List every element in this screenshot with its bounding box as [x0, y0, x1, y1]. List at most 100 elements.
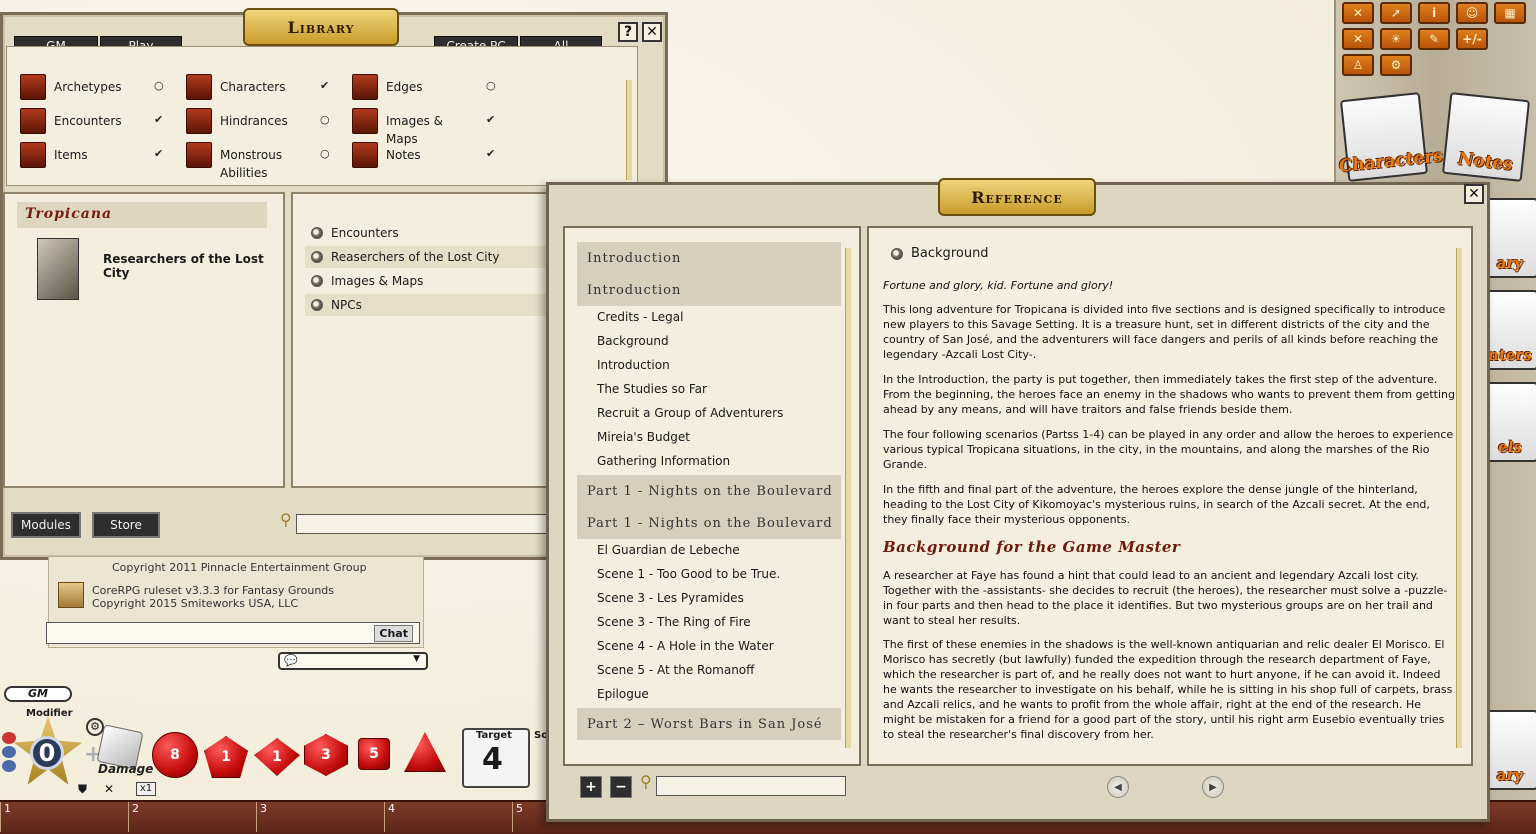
toc-item[interactable]: Scene 5 - At the Romanoff [597, 663, 754, 677]
store-button[interactable]: Store [92, 512, 160, 538]
tool-lighting-icon[interactable]: ☀ [1380, 28, 1412, 50]
category-notes[interactable]: Notes ✔ [352, 142, 495, 168]
toc-item[interactable]: Scene 4 - A Hole in the Water [597, 639, 774, 653]
target-value[interactable]: 4 [482, 742, 503, 777]
toc-item[interactable]: The Studies so Far [597, 382, 707, 396]
filter-toggle-icon[interactable]: ✔ [486, 113, 495, 126]
tool-info-icon[interactable]: i [1418, 2, 1450, 24]
section-item-researchers[interactable]: Reaserchers of the Lost City [305, 246, 555, 268]
toc-item[interactable]: Credits - Legal [597, 310, 683, 324]
library-search-input[interactable] [296, 514, 548, 534]
content-paragraph: A researcher at Faye has found a hint th… [883, 569, 1448, 627]
filter-toggle-icon[interactable]: ○ [320, 147, 330, 160]
notes-card[interactable]: Notes [1441, 92, 1531, 182]
wound-icon[interactable] [2, 732, 16, 744]
toc-scrollbar[interactable] [845, 248, 851, 748]
chat-button[interactable]: Chat [374, 625, 413, 642]
characters-icon [186, 74, 212, 100]
tool-party-icon[interactable]: ☺ [1456, 2, 1488, 24]
characters-card[interactable]: Characters [1339, 92, 1443, 182]
toc-item[interactable]: El Guardian de Lebeche [597, 543, 740, 557]
filter-toggle-icon[interactable]: ○ [320, 113, 330, 126]
collapse-all-button[interactable]: − [610, 776, 632, 798]
hotbar-slot[interactable]: 3 [256, 802, 382, 832]
category-scrollbar[interactable] [626, 80, 632, 180]
filter-toggle-icon[interactable]: ✔ [154, 147, 163, 160]
next-page-icon[interactable]: ▶ [1202, 776, 1224, 798]
toc-item[interactable]: Scene 1 - Too Good to be True. [597, 567, 780, 581]
toc-item[interactable]: Mireia's Budget [597, 430, 690, 444]
module-thumbnail[interactable] [37, 238, 79, 300]
toc-item[interactable]: Scene 3 - Les Pyramides [597, 591, 744, 605]
toc-item[interactable]: Background [597, 334, 669, 348]
toc-item[interactable]: Epilogue [597, 687, 649, 701]
d20-die[interactable]: 8 [152, 732, 198, 778]
filter-toggle-icon[interactable]: ✔ [320, 79, 329, 92]
chat-mode-select[interactable]: 💬 ▼ [278, 652, 428, 670]
hotbar-slot[interactable]: 1 [0, 802, 126, 832]
modifier-value[interactable]: 0 [30, 736, 64, 770]
content-panel: Background Fortune and glory, kid. Fortu… [867, 226, 1473, 766]
filter-toggle-icon[interactable]: ○ [154, 79, 164, 92]
tool-modifier-icon[interactable]: +/- [1456, 28, 1488, 50]
toc-chapter[interactable]: Introduction [577, 242, 841, 274]
section-label: Reaserchers of the Lost City [331, 250, 500, 264]
d6-die[interactable]: 5 [358, 738, 390, 770]
speech-bubble-icon: 💬 [284, 654, 298, 667]
fatigue-icon[interactable] [2, 746, 16, 758]
tool-token-icon[interactable]: ♙ [1342, 54, 1374, 76]
content-paragraph: The first of these enemies in the shadow… [883, 638, 1453, 741]
toc-item[interactable]: Scene 3 - The Ring of Fire [597, 615, 751, 629]
tool-calendar-icon[interactable]: ▦ [1494, 2, 1526, 24]
link-icon[interactable] [891, 247, 903, 260]
reference-close-icon[interactable]: ✕ [1464, 184, 1484, 204]
category-label: Notes [386, 148, 421, 162]
chat-input[interactable]: Chat [46, 622, 420, 644]
filter-toggle-icon[interactable]: ✔ [486, 147, 495, 160]
category-edges[interactable]: Edges ○ [352, 74, 496, 100]
category-label: Encounters [54, 114, 122, 128]
module-panel: Tropicana Researchers of the Lost City [3, 192, 285, 488]
reference-search-input[interactable] [656, 776, 846, 796]
hotbar-slot[interactable]: 2 [128, 802, 254, 832]
toc-item[interactable]: Introduction [597, 358, 670, 372]
category-hindrances[interactable]: Hindrances ○ [186, 108, 330, 134]
toc-chapter[interactable]: Part 1 - Nights on the Boulevard [577, 475, 841, 507]
chat-line: CoreRPG ruleset v3.3.3 for Fantasy Groun… [92, 584, 335, 597]
tool-settings-icon[interactable]: ⚙ [1380, 54, 1412, 76]
bennies-icon[interactable] [2, 760, 16, 772]
modules-button[interactable]: Modules [11, 512, 81, 538]
module-name[interactable]: Researchers of the Lost City [103, 252, 283, 280]
toc-item[interactable]: Gathering Information [597, 454, 730, 468]
shield-icon[interactable]: ⛊ [78, 782, 87, 797]
category-characters[interactable]: Characters ✔ [186, 74, 329, 100]
category-archetypes[interactable]: Archetypes ○ [20, 74, 164, 100]
category-monstrous-abilities[interactable]: Monstrous Abilities ○ [186, 142, 330, 182]
toc-section[interactable]: Introduction [577, 274, 841, 306]
help-icon[interactable]: ? [618, 22, 638, 42]
hotbar-slot[interactable]: 4 [384, 802, 510, 832]
side-mini-icons [2, 732, 20, 778]
tool-combat-icon[interactable]: ✕ [1342, 2, 1374, 24]
tool-palette-icon[interactable]: ✎ [1418, 28, 1450, 50]
section-item-npcs[interactable]: NPCs [305, 294, 555, 316]
filter-toggle-icon[interactable]: ✔ [154, 113, 163, 126]
previous-page-icon[interactable]: ◀ [1107, 776, 1129, 798]
multiplier-badge[interactable]: x1 [136, 782, 156, 796]
toc-section[interactable]: Part 1 - Nights on the Boulevard [577, 507, 841, 539]
section-item-images-maps[interactable]: Images & Maps [305, 270, 555, 292]
section-item-encounters[interactable]: Encounters [305, 222, 555, 244]
toc-chapter[interactable]: Part 2 – Worst Bars in San José [577, 708, 841, 740]
expand-all-button[interactable]: + [580, 776, 602, 798]
content-scrollbar[interactable] [1456, 248, 1462, 748]
tool-tools-icon[interactable]: ✕ [1342, 28, 1374, 50]
coreRPG-logo-icon [58, 582, 84, 608]
tool-action-icon[interactable]: ➚ [1380, 2, 1412, 24]
category-encounters[interactable]: Encounters ✔ [20, 108, 163, 134]
library-close-icon[interactable]: ✕ [642, 22, 662, 42]
toc-item[interactable]: Recruit a Group of Adventurers [597, 406, 783, 420]
section-label: Encounters [331, 226, 399, 240]
crossed-swords-icon[interactable]: ✕ [104, 782, 114, 796]
filter-toggle-icon[interactable]: ○ [486, 79, 496, 92]
category-items[interactable]: Items ✔ [20, 142, 163, 168]
